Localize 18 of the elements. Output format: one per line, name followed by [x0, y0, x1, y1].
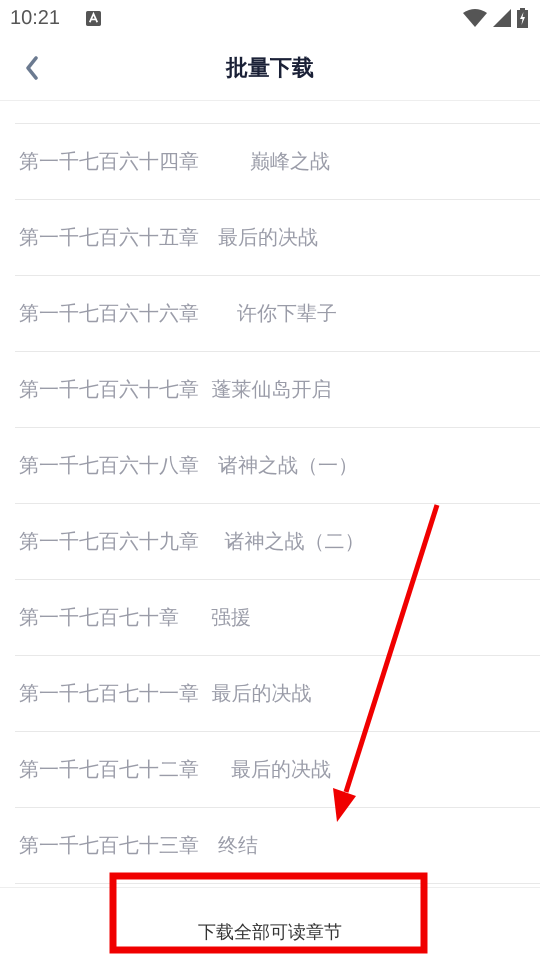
- chapter-title[interactable]: 第一千七百七十一章 最后的决战: [19, 680, 312, 707]
- battery-icon: [517, 8, 528, 28]
- chapter-title[interactable]: 第一千七百六十五章 最后的决战: [19, 224, 318, 251]
- signal-icon: [493, 9, 511, 27]
- notification-icon: [86, 10, 102, 26]
- chapter-title[interactable]: 第一千七百六十九章 诸神之战（二）: [19, 528, 364, 555]
- back-icon[interactable]: [25, 56, 39, 80]
- chapter-title[interactable]: 第一千七百七十二章 最后的决战: [19, 756, 331, 783]
- page-title: 批量下载: [226, 55, 314, 83]
- chapter-title[interactable]: 第一千七百七十章 强援: [19, 604, 251, 631]
- chapter-title[interactable]: 第一千七百六十六章 许你下辈子: [19, 300, 338, 327]
- chapter-title[interactable]: 第一千七百六十七章 蓬莱仙岛开启: [19, 376, 332, 403]
- status-time: 10:21: [10, 6, 60, 30]
- chapter-title[interactable]: 第一千七百六十八章 诸神之战（一）: [19, 452, 358, 479]
- chapter-title[interactable]: 第一千七百六十四章 巅峰之战: [19, 148, 330, 175]
- download-all-button[interactable]: 下载全部可读章节: [188, 916, 352, 948]
- wifi-icon: [463, 9, 487, 27]
- chapter-title[interactable]: 第一千七百七十三章 终结: [19, 832, 258, 859]
